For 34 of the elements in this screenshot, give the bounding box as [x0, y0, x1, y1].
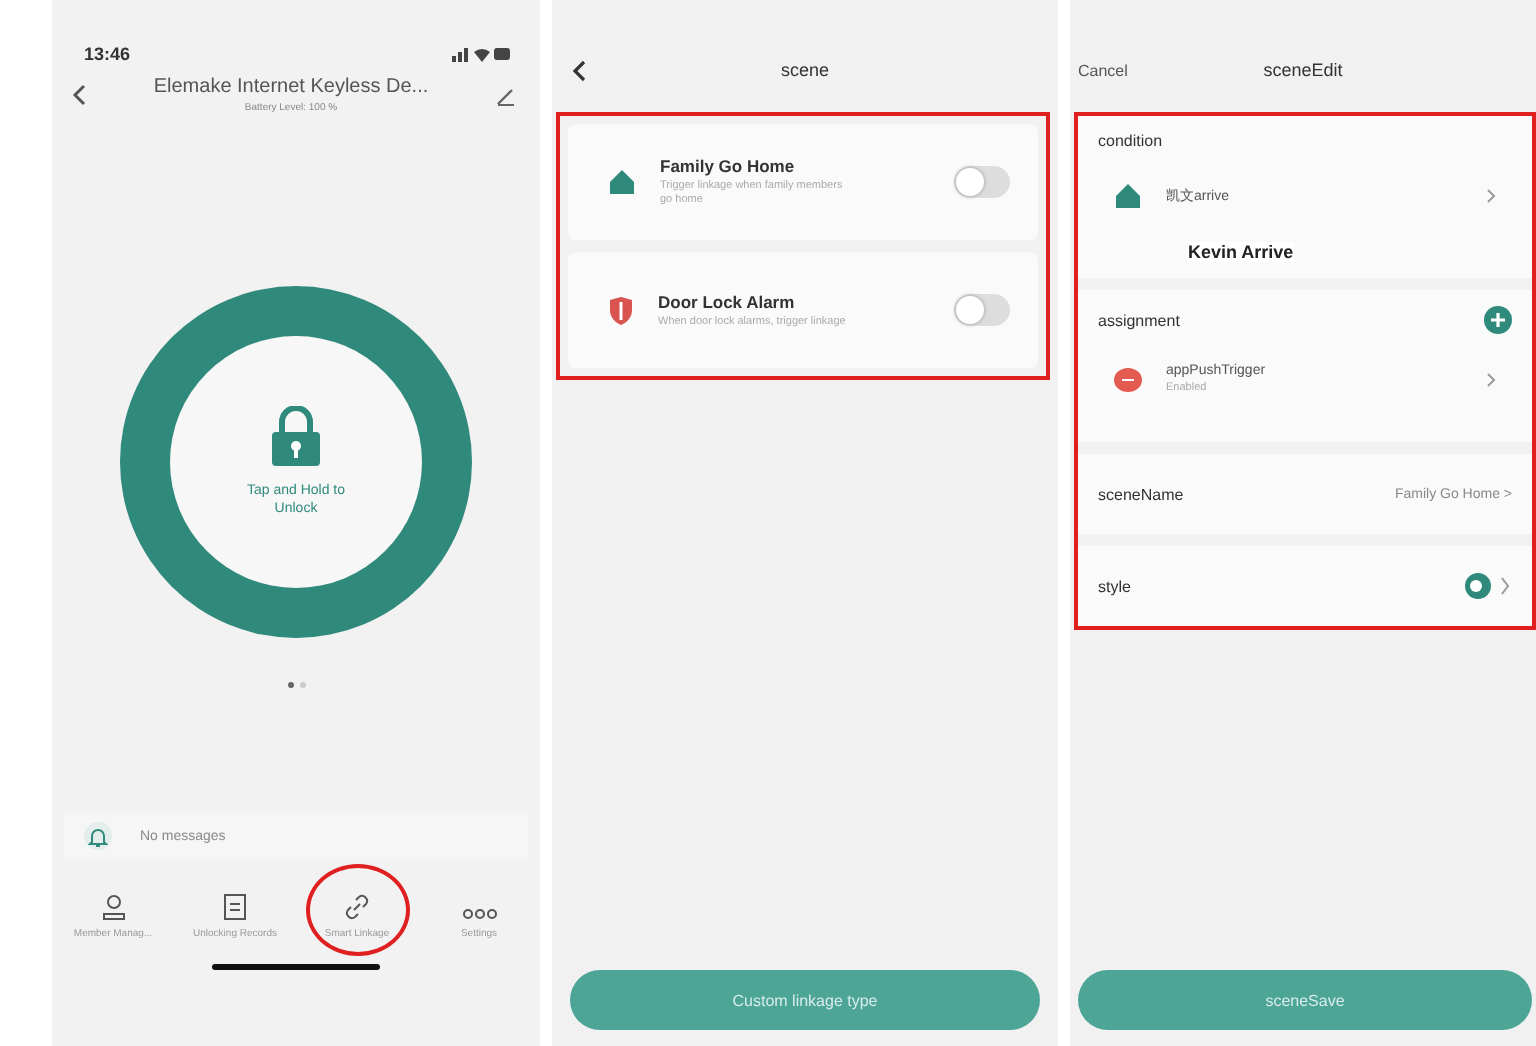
field-label: style [1098, 577, 1131, 595]
back-icon[interactable] [572, 59, 586, 81]
annotation-label: Kevin Arrive [1188, 242, 1294, 262]
scene-name: Family Go Home [660, 156, 797, 177]
chevron-icon [1486, 372, 1496, 388]
toggle-switch[interactable] [954, 166, 1010, 198]
screen-title: scene [780, 60, 830, 80]
padlock-icon [270, 405, 322, 466]
house-icon [608, 168, 636, 196]
document-icon [224, 894, 246, 920]
section-label: assignment [1098, 311, 1180, 329]
back-icon[interactable] [72, 84, 86, 106]
style-row[interactable]: style [1074, 546, 1536, 626]
shield-icon [608, 295, 634, 325]
status-icons [452, 46, 512, 62]
section-label: condition [1098, 132, 1165, 150]
device-title: Elemake Internet Keyless De... [153, 76, 429, 98]
plus-icon[interactable] [1484, 306, 1512, 334]
screen-title: sceneEdit [1263, 60, 1343, 80]
link-icon [344, 894, 370, 920]
scene-name: Door Lock Alarm [658, 291, 797, 312]
status-time: 13:46 [84, 44, 131, 64]
edit-icon[interactable] [496, 85, 516, 105]
toggle-switch[interactable] [954, 294, 1010, 326]
style-icon [1464, 572, 1512, 600]
scene-save-button[interactable]: sceneSave [1078, 970, 1532, 1030]
chevron-icon [1486, 188, 1496, 204]
house-icon [1114, 182, 1142, 210]
person-icon [101, 894, 125, 920]
cancel-link[interactable]: Cancel [1078, 61, 1128, 79]
bell-icon [88, 825, 108, 847]
custom-linkage-button[interactable]: Custom linkage type [570, 970, 1040, 1030]
field-label: sceneName [1098, 485, 1184, 503]
more-icon [461, 908, 497, 920]
